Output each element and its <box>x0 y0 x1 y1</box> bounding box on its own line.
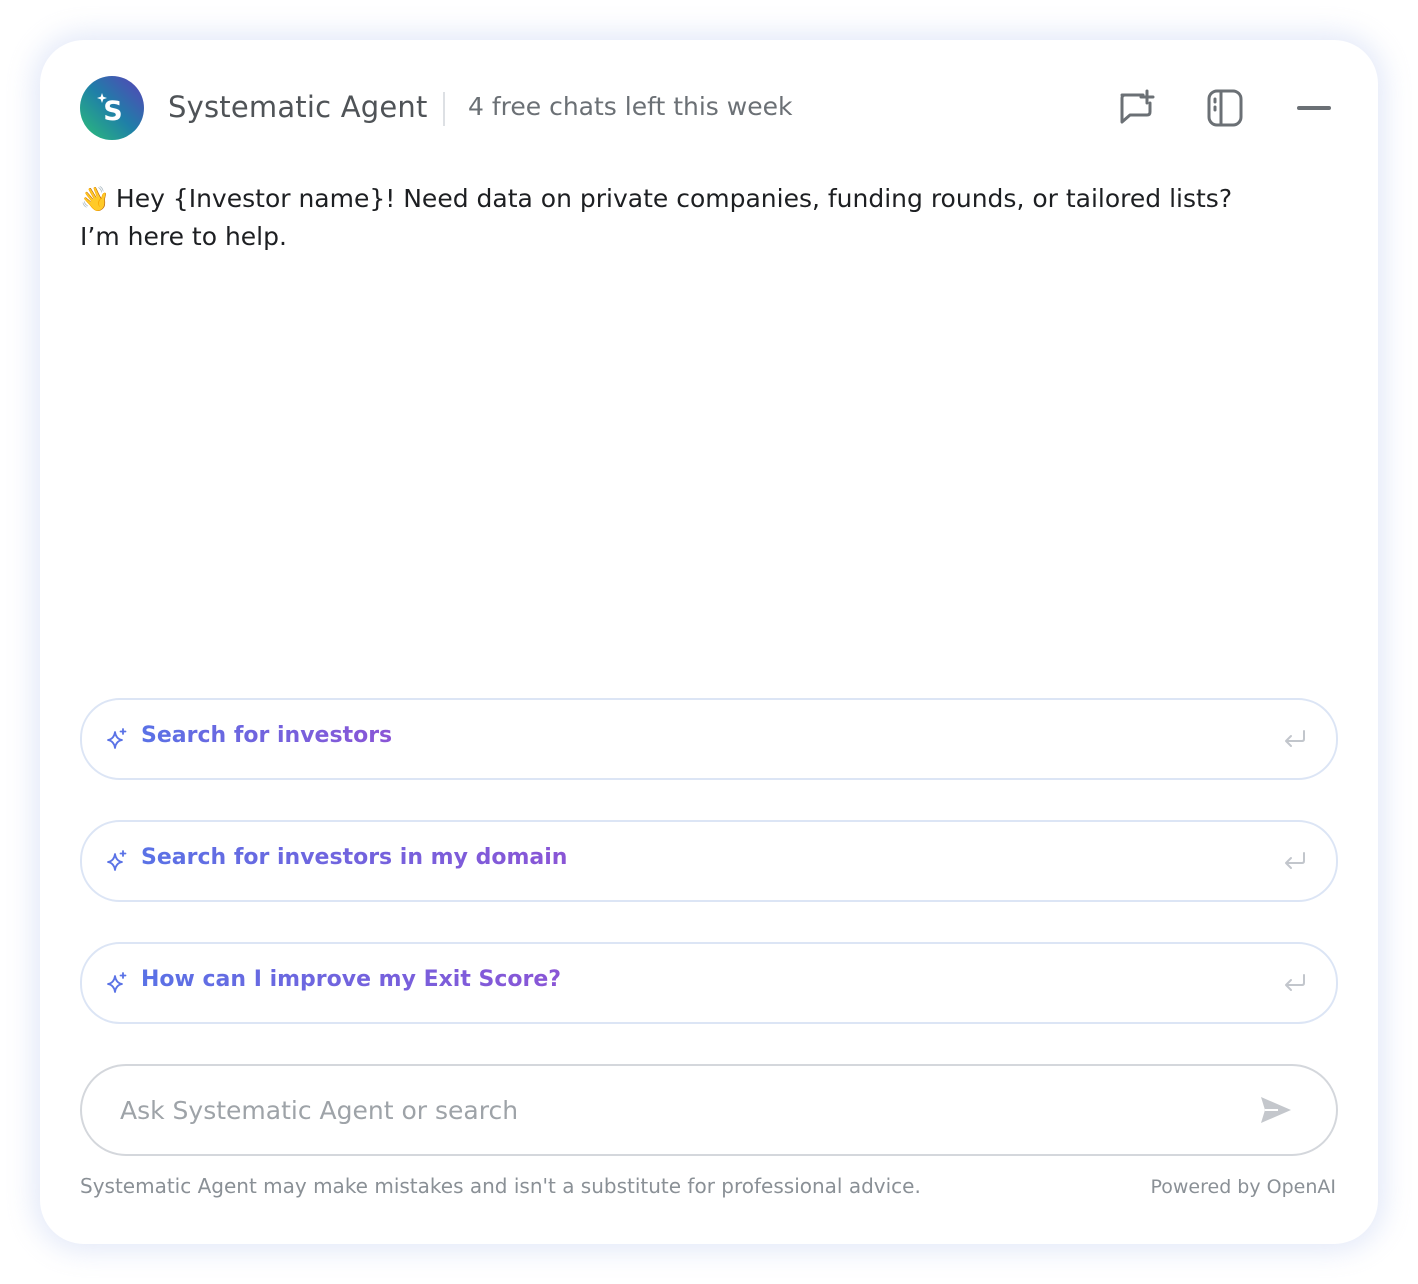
sidebar-toggle-icon <box>1207 89 1243 127</box>
chat-header: S Systematic Agent 4 free chats left thi… <box>80 76 1338 140</box>
avatar-logo-icon: S <box>97 93 123 127</box>
minimize-icon <box>1297 106 1331 110</box>
suggestion-search-investors-domain[interactable]: Search for investors in my domain <box>80 820 1338 902</box>
agent-avatar: S <box>80 76 144 140</box>
suggestion-label: How can I improve my Exit Score? <box>141 967 562 992</box>
agent-greeting-message: 👋 Hey {Investor name}! Need data on priva… <box>80 180 1280 255</box>
sparkle-icon <box>107 972 127 993</box>
new-chat-button[interactable] <box>1116 88 1156 128</box>
disclaimer-text: Systematic Agent may make mistakes and i… <box>80 1174 921 1198</box>
suggestion-search-investors[interactable]: Search for investors <box>80 698 1338 780</box>
greeting-line-2: I’m here to help. <box>80 222 287 251</box>
chat-input[interactable] <box>120 1088 1220 1132</box>
suggestion-label: Search for investors in my domain <box>141 845 568 870</box>
chat-input-container <box>80 1064 1338 1156</box>
enter-key-icon <box>1285 730 1305 747</box>
chat-panel: S Systematic Agent 4 free chats left thi… <box>40 40 1378 1244</box>
agent-title: Systematic Agent <box>168 90 428 124</box>
enter-key-icon <box>1285 974 1305 991</box>
suggestion-label: Search for investors <box>141 723 393 748</box>
free-chats-remaining: 4 free chats left this week <box>468 92 793 121</box>
svg-text:S: S <box>103 96 122 127</box>
greeting-line-1: Hey {Investor name}! Need data on privat… <box>115 184 1233 213</box>
suggestion-improve-exit-score[interactable]: How can I improve my Exit Score? <box>80 942 1338 1024</box>
sidebar-toggle-button[interactable] <box>1205 88 1245 128</box>
sparkle-icon <box>107 728 127 749</box>
powered-by-label: Powered by OpenAI <box>1150 1176 1336 1198</box>
sparkle-icon <box>107 850 127 871</box>
send-button[interactable] <box>1258 1093 1294 1127</box>
minimize-button[interactable] <box>1294 88 1334 128</box>
waving-hand-icon: 👋 <box>80 185 110 213</box>
new-chat-icon <box>1120 89 1155 124</box>
enter-key-icon <box>1285 852 1305 869</box>
header-divider <box>443 92 445 126</box>
send-icon <box>1261 1097 1291 1123</box>
